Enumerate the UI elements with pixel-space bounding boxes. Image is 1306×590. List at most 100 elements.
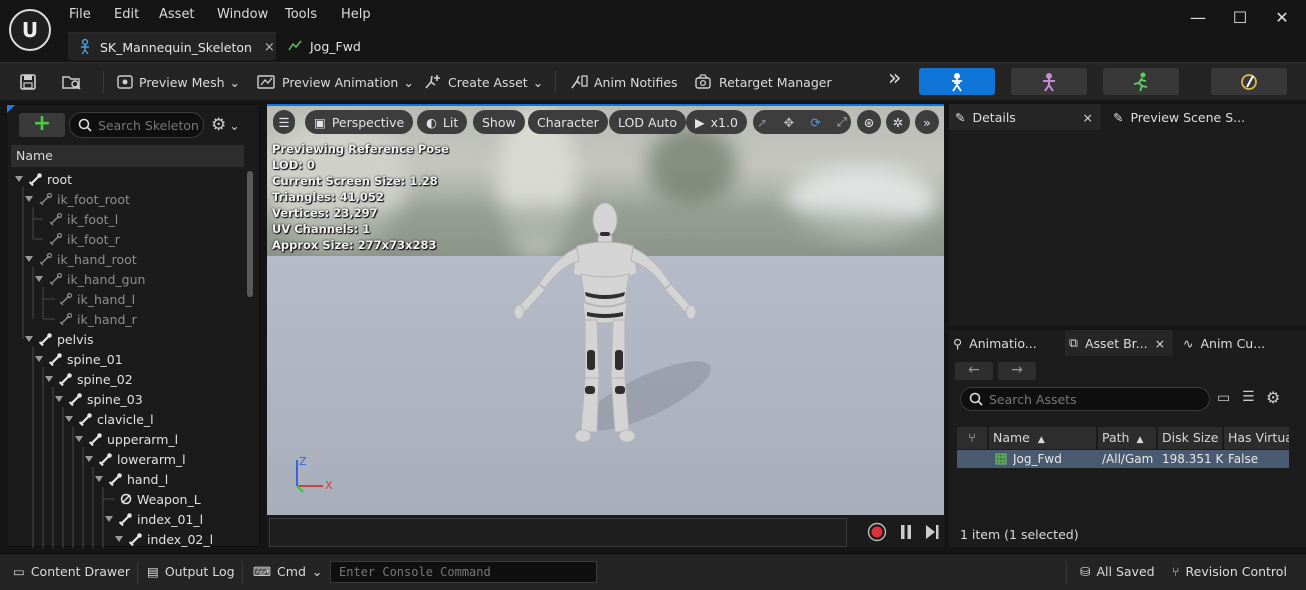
cmd-dropdown[interactable]: ⌨ Cmd ⌄ — [253, 564, 322, 579]
column-name[interactable]: Name ▲ — [989, 427, 1096, 449]
physics-mode-button[interactable] — [1211, 68, 1287, 95]
expand-arrow-icon[interactable] — [65, 416, 73, 422]
expand-arrow-icon[interactable] — [85, 456, 93, 462]
toolbar-overflow-icon[interactable]: » — [888, 66, 901, 91]
bone-row[interactable]: ik_hand_l — [45, 289, 135, 309]
bone-row[interactable]: spine_01 — [35, 349, 123, 369]
menu-window[interactable]: Window — [217, 7, 268, 22]
bone-row[interactable]: ik_hand_r — [45, 309, 137, 329]
tab-details[interactable]: ✎ Details × — [949, 104, 1101, 130]
column-path[interactable]: Path ▲ — [1098, 427, 1156, 449]
tab-sk-mannequin-skeleton[interactable]: SK_Mannequin_Skeleton × — [68, 32, 276, 60]
bone-row[interactable]: hand_l — [95, 469, 168, 489]
expand-arrow-icon[interactable] — [25, 196, 33, 202]
bone-row[interactable]: index_02_l — [115, 529, 213, 549]
back-button[interactable]: ← — [955, 362, 993, 380]
perspective-button[interactable]: ▣ Perspective — [305, 110, 414, 134]
snap-settings-button[interactable]: ✲ — [886, 110, 910, 134]
asset-row-selected[interactable]: Jog_Fwd /All/Gam 198.351 K False — [957, 450, 1289, 468]
expand-arrow-icon[interactable] — [115, 536, 123, 542]
scale-tool-icon[interactable]: ⤢ — [837, 114, 847, 130]
preview-viewport[interactable]: ☰ ▣ Perspective ◐ Lit Show Character LOD… — [267, 104, 944, 515]
tab-anim-curves[interactable]: ∿ Anim Cu... — [1183, 330, 1293, 356]
menu-help[interactable]: Help — [341, 7, 371, 22]
bone-row[interactable]: ik_foot_l — [35, 209, 118, 229]
bone-row[interactable]: ik_foot_root — [25, 189, 130, 209]
save-icon[interactable] — [19, 71, 37, 93]
preview-animation-button[interactable]: Preview Animation ⌄ — [257, 71, 414, 93]
expand-arrow-icon[interactable] — [35, 356, 43, 362]
expand-arrow-icon[interactable] — [25, 256, 33, 262]
bone-row[interactable]: ik_hand_root — [25, 249, 137, 269]
menu-asset[interactable]: Asset — [159, 7, 195, 22]
select-tool-icon[interactable]: ➚ — [757, 115, 767, 130]
camera-speed-button[interactable]: ⊛ — [857, 110, 881, 134]
unreal-logo[interactable]: U — [9, 9, 51, 51]
tab-jog-fwd[interactable]: Jog_Fwd — [288, 32, 378, 60]
close-window-button[interactable]: ✕ — [1272, 8, 1292, 28]
console-command-input[interactable]: Enter Console Command — [330, 561, 597, 583]
bone-row[interactable]: ik_hand_gun — [35, 269, 145, 289]
filter-icon[interactable]: ☰ — [1242, 389, 1255, 405]
rotate-tool-icon[interactable]: ⟳ — [810, 115, 820, 130]
mesh-mode-button[interactable] — [1011, 68, 1087, 95]
skeleton-mode-button[interactable] — [919, 68, 995, 95]
minimize-button[interactable]: — — [1188, 8, 1208, 28]
bone-row[interactable]: index_01_l — [105, 509, 203, 529]
expand-arrow-icon[interactable] — [75, 436, 83, 442]
pause-button[interactable] — [899, 524, 913, 540]
tab-close-icon[interactable]: × — [1083, 110, 1093, 125]
bone-row[interactable]: Weapon_L — [105, 489, 201, 509]
folder-icon[interactable]: ▭ — [1217, 390, 1230, 406]
gear-icon[interactable]: ⚙ — [1266, 388, 1280, 407]
expand-arrow-icon[interactable] — [105, 516, 113, 522]
tab-close-icon[interactable]: × — [1155, 336, 1165, 351]
bone-row[interactable]: spine_03 — [55, 389, 143, 409]
bone-row[interactable]: spine_02 — [45, 369, 133, 389]
viewport-overflow-button[interactable]: » — [915, 110, 939, 134]
preview-mesh-button[interactable]: Preview Mesh ⌄ — [116, 71, 240, 93]
lit-button[interactable]: ◐ Lit — [417, 110, 468, 134]
bone-row[interactable]: root — [15, 169, 72, 189]
playback-speed-button[interactable]: ▶ x1.0 — [686, 110, 747, 134]
bone-row[interactable]: ik_foot_r — [35, 229, 120, 249]
expand-arrow-icon[interactable] — [45, 376, 53, 382]
bone-row[interactable]: lowerarm_l — [85, 449, 186, 469]
expand-arrow-icon[interactable] — [25, 336, 33, 342]
browse-asset-icon[interactable] — [61, 71, 83, 93]
tab-preview-scene-settings[interactable]: ✎ Preview Scene S... — [1113, 104, 1303, 130]
translate-tool-icon[interactable]: ✥ — [784, 115, 794, 130]
viewport-menu-button[interactable]: ☰ — [273, 110, 295, 134]
menu-edit[interactable]: Edit — [114, 7, 139, 22]
create-asset-button[interactable]: Create Asset ⌄ — [423, 71, 543, 93]
asset-search-input[interactable]: Search Assets — [960, 387, 1210, 411]
tab-animation[interactable]: ⚲ Animatio... — [953, 330, 1059, 356]
column-disk-size[interactable]: Disk Size — [1158, 427, 1222, 449]
revision-control-button[interactable]: ⑂ Revision Control — [1172, 564, 1287, 579]
forward-button[interactable]: → — [998, 362, 1036, 380]
content-drawer-button[interactable]: ▭ Content Drawer — [13, 564, 130, 579]
timeline-scrubber[interactable] — [269, 518, 847, 547]
show-button[interactable]: Show — [473, 110, 525, 134]
bone-row[interactable]: pelvis — [25, 329, 93, 349]
menu-file[interactable]: File — [69, 7, 91, 22]
menu-tools[interactable]: Tools — [285, 7, 317, 22]
column-has-virtual[interactable]: Has Virtua — [1224, 427, 1289, 449]
character-button[interactable]: Character — [528, 110, 608, 134]
lod-button[interactable]: LOD Auto — [609, 110, 686, 134]
expand-arrow-icon[interactable] — [55, 396, 63, 402]
column-options-button[interactable]: ⑂ — [957, 427, 987, 449]
all-saved-button[interactable]: ⛁ All Saved — [1080, 564, 1155, 579]
animation-mode-button[interactable] — [1103, 68, 1179, 95]
anim-notifies-button[interactable]: Anim Notifies — [569, 71, 678, 93]
record-button[interactable] — [867, 522, 887, 542]
tab-asset-browser[interactable]: ⧉ Asset Br... × — [1065, 330, 1173, 356]
step-forward-button[interactable] — [925, 524, 939, 540]
retarget-manager-button[interactable]: Retarget Manager — [694, 71, 832, 93]
bone-row[interactable]: upperarm_l — [75, 429, 178, 449]
expand-arrow-icon[interactable] — [95, 476, 103, 482]
output-log-button[interactable]: ▤ Output Log — [147, 564, 235, 579]
expand-arrow-icon[interactable] — [35, 276, 43, 282]
tab-close-icon[interactable]: × — [264, 40, 275, 55]
expand-arrow-icon[interactable] — [15, 176, 23, 182]
